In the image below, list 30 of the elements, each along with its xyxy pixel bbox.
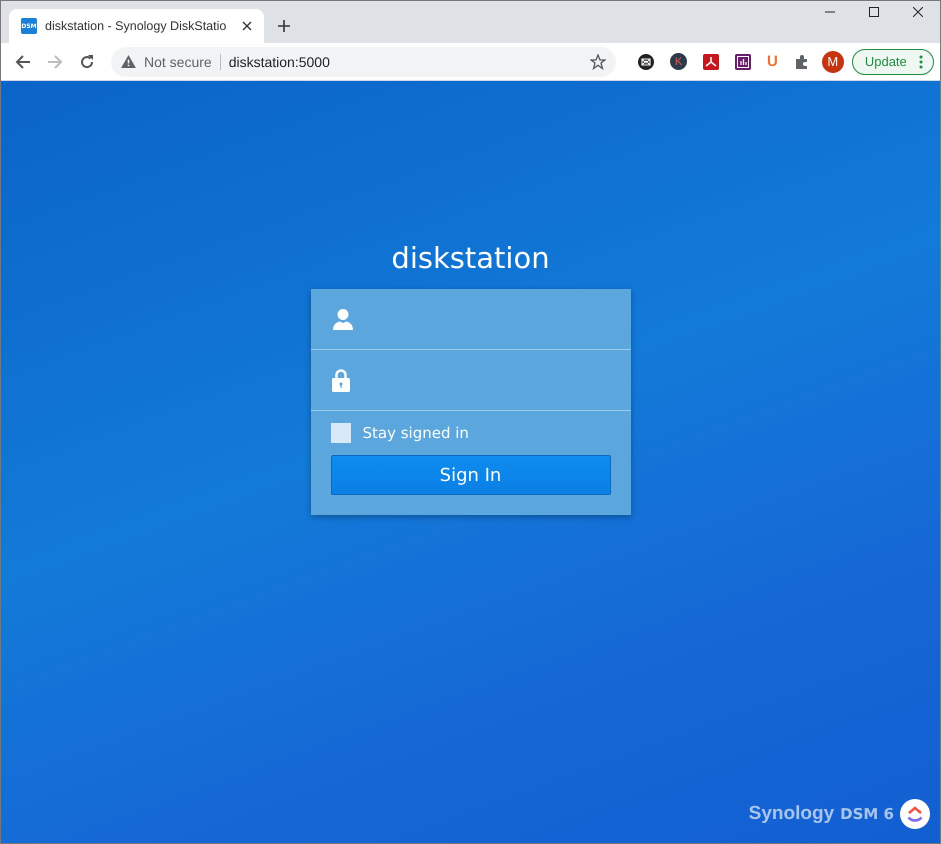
maximize-icon[interactable] <box>869 7 879 17</box>
hostname-title: diskstation <box>391 241 550 275</box>
new-tab-icon[interactable] <box>278 20 290 32</box>
warning-icon <box>121 55 136 68</box>
update-button[interactable]: Update <box>852 48 934 74</box>
puzzle-icon[interactable] <box>794 54 810 70</box>
more-icon[interactable] <box>918 54 923 68</box>
extension-icon[interactable] <box>638 54 654 70</box>
url-text: diskstation:5000 <box>228 54 330 70</box>
stay-signed-in-checkbox[interactable] <box>330 423 350 443</box>
pdf-icon[interactable] <box>703 54 719 70</box>
reload-icon[interactable] <box>79 54 95 70</box>
user-icon <box>332 308 354 330</box>
close-icon[interactable] <box>242 21 252 31</box>
star-icon[interactable] <box>590 54 606 70</box>
address-bar[interactable]: Not secure diskstation:5000 <box>111 46 616 76</box>
extension-icon[interactable]: K <box>670 53 687 70</box>
close-icon[interactable] <box>913 7 923 17</box>
back-arrow-icon[interactable] <box>15 54 31 70</box>
sign-in-button[interactable]: Sign In <box>330 455 610 495</box>
clickup-icon[interactable] <box>900 799 930 829</box>
tab-title: diskstation - Synology DiskStatio <box>45 19 228 33</box>
lock-icon <box>332 368 350 392</box>
extension-icon[interactable]: U <box>767 53 778 70</box>
stay-signed-in-label: Stay signed in <box>362 424 469 442</box>
bar-chart-icon[interactable] <box>735 54 751 70</box>
product-logo-text: DSM 6 <box>840 805 894 823</box>
brand-logo-text: Synology <box>748 803 834 825</box>
security-label: Not secure <box>144 54 221 70</box>
profile-avatar[interactable]: M <box>822 50 844 72</box>
